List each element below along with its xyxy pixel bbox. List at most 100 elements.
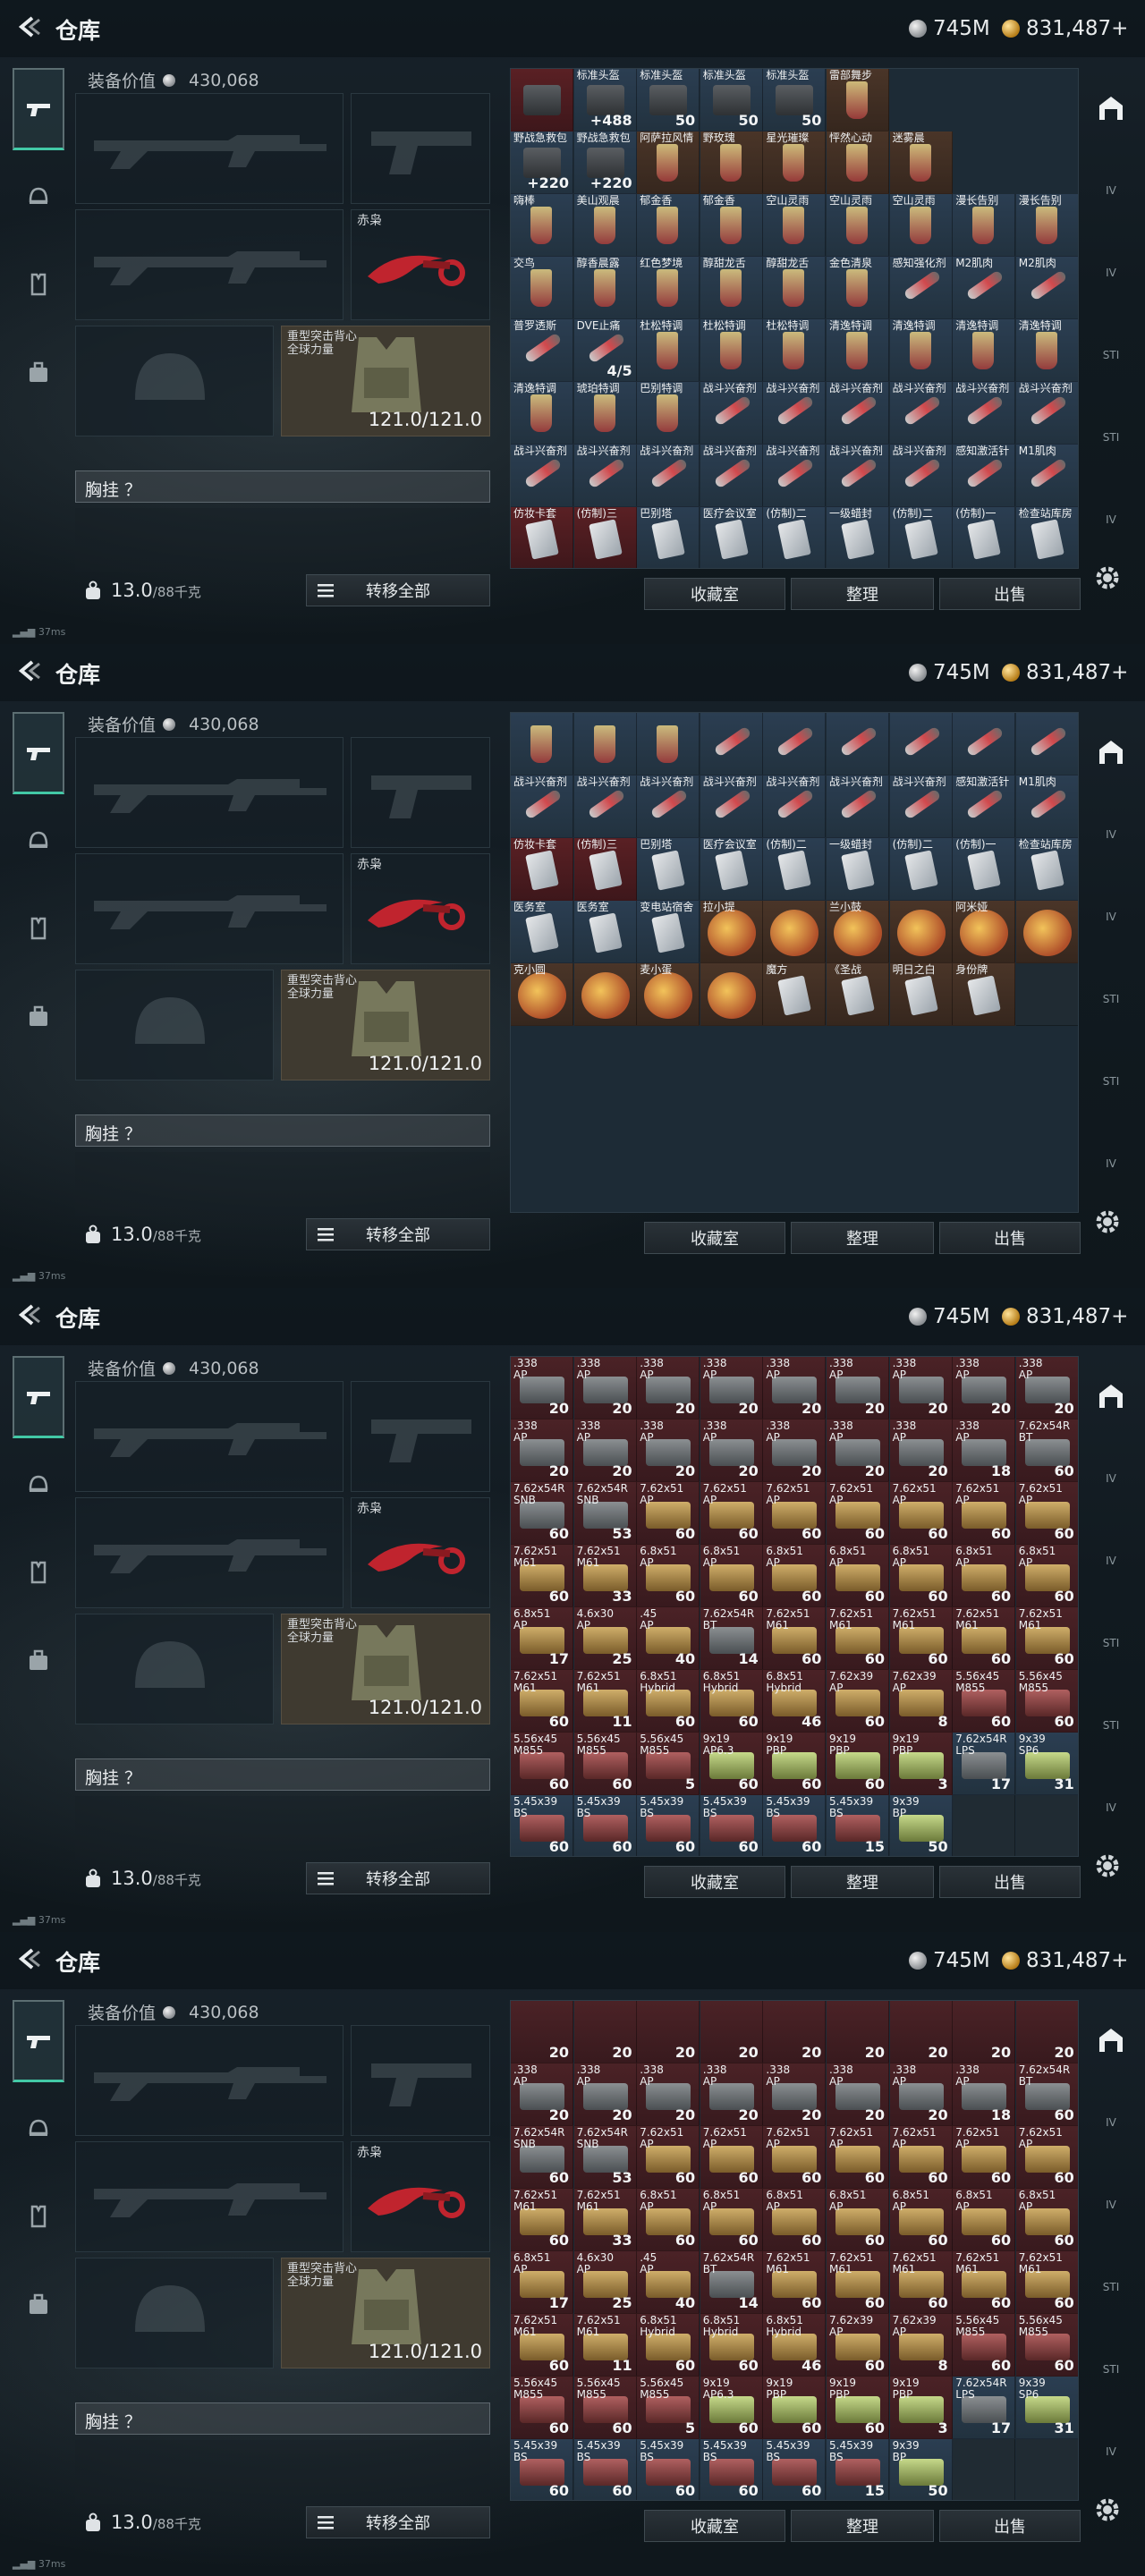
item-cell[interactable]: 战斗兴奋剂 (827, 382, 889, 445)
pistol-slot[interactable] (351, 737, 490, 848)
backpack-slot[interactable] (75, 1796, 490, 1860)
item-cell[interactable]: .338 AP 20 (700, 2063, 763, 2126)
item-cell[interactable]: 标准头盔 50 (637, 69, 700, 131)
item-cell[interactable]: 战斗兴奋剂 (889, 382, 953, 445)
item-cell[interactable]: 战斗兴奋剂 (827, 775, 889, 838)
backpack-slot[interactable] (75, 2440, 490, 2504)
item-cell[interactable]: 拉小提 (700, 901, 763, 963)
item-cell[interactable]: 7.62x54R BT 14 (700, 1607, 763, 1670)
item-cell[interactable]: 漫长告别 (953, 194, 1016, 257)
item-cell[interactable]: 战斗兴奋剂 (637, 775, 700, 838)
item-cell[interactable]: 7.62x51 AP 60 (827, 1482, 889, 1545)
nav-vest[interactable] (13, 887, 64, 970)
stash-tab-4[interactable]: STI (1086, 959, 1136, 1039)
back-arrow-icon[interactable] (14, 13, 43, 41)
item-cell[interactable]: 医疗会议室 (700, 838, 763, 901)
collection-button[interactable]: 收藏室 (644, 1866, 785, 1898)
item-cell[interactable]: 7.62x54R SNB 53 (573, 1482, 637, 1545)
helmet-slot[interactable] (75, 970, 274, 1080)
item-cell[interactable]: 5.56x45 M855 5 (637, 2377, 700, 2439)
item-cell[interactable]: (仿制)二 (763, 838, 827, 901)
item-cell[interactable]: 7.62x51 AP 60 (700, 2126, 763, 2189)
settings-gear-icon[interactable] (1093, 2496, 1122, 2524)
item-cell[interactable]: 9x19 PBP 60 (763, 1733, 827, 1795)
item-cell[interactable]: 清逸特调 (889, 319, 953, 382)
item-cell[interactable]: 7.62x51 AP 60 (700, 1482, 763, 1545)
item-cell[interactable]: 7.62x51 AP 60 (953, 2126, 1016, 2189)
gold-currency[interactable]: 831,487+ (1002, 1304, 1128, 1329)
item-cell[interactable] (1015, 713, 1078, 775)
item-cell[interactable]: 兰小鼓 (827, 901, 889, 963)
item-cell[interactable]: .338 AP 20 (700, 1419, 763, 1482)
item-cell[interactable]: 空山灵雨 (889, 194, 953, 257)
item-cell[interactable] (763, 713, 827, 775)
item-cell[interactable]: 7.62x54R SNB 53 (573, 2126, 637, 2189)
item-cell[interactable]: 7.62x51 AP 60 (953, 1482, 1016, 1545)
item-cell[interactable]: .338 AP 20 (573, 2063, 637, 2126)
item-cell[interactable]: 战斗兴奋剂 (763, 382, 827, 445)
item-cell[interactable]: (仿制)三 (573, 838, 637, 901)
item-cell[interactable]: 7.62x51 M61 60 (511, 1545, 573, 1607)
secondary-weapon-slot[interactable] (75, 209, 344, 320)
item-cell[interactable] (889, 713, 953, 775)
item-cell[interactable]: 5.56x45 M855 60 (1015, 1670, 1078, 1733)
back-arrow-icon[interactable] (14, 657, 43, 685)
gold-currency[interactable]: 831,487+ (1002, 16, 1128, 41)
item-cell[interactable]: 7.62x51 AP 60 (889, 1482, 953, 1545)
sort-button[interactable]: 整理 (791, 578, 934, 610)
sort-button[interactable]: 整理 (791, 1222, 934, 1254)
nav-weapons[interactable] (13, 68, 64, 150)
primary-weapon-slot[interactable] (75, 1381, 344, 1492)
item-cell[interactable]: 战斗兴奋剂 (700, 775, 763, 838)
nav-bag[interactable] (13, 2263, 64, 2345)
stash-tab-main[interactable] (1086, 68, 1136, 148)
item-cell[interactable]: .338 AP 20 (763, 2063, 827, 2126)
item-cell[interactable]: .45 AP 40 (637, 2251, 700, 2314)
item-cell[interactable]: 5.45x39 BS 15 (827, 2439, 889, 2500)
item-cell[interactable]: 标准头盔 50 (700, 69, 763, 131)
item-cell[interactable]: 感知激活针 (953, 445, 1016, 507)
stash-tab-5[interactable]: STI (1086, 2329, 1136, 2410)
item-cell[interactable]: 野战急救包 +220 (511, 131, 573, 194)
collection-button[interactable]: 收藏室 (644, 1222, 785, 1254)
item-cell[interactable]: 普罗透斯 (511, 319, 573, 382)
item-cell[interactable]: 金色清泉 (827, 257, 889, 319)
item-cell[interactable] (1015, 1795, 1078, 1856)
item-cell[interactable]: 检查站库房 (1015, 838, 1078, 901)
item-cell[interactable]: 6.8x51 AP 60 (827, 1545, 889, 1607)
item-cell[interactable]: 7.62x39 AP 60 (827, 2314, 889, 2377)
item-cell[interactable]: .338 AP 20 (637, 1419, 700, 1482)
pistol-slot[interactable] (351, 2025, 490, 2136)
item-cell[interactable]: 阿米娅 (953, 901, 1016, 963)
item-cell[interactable] (511, 69, 573, 131)
item-cell[interactable]: 9x19 PBP 60 (763, 2377, 827, 2439)
item-cell[interactable]: 6.8x51 Hybrid 46 (763, 1670, 827, 1733)
item-cell[interactable]: 7.62x51 M61 60 (763, 1607, 827, 1670)
nav-bag[interactable] (13, 331, 64, 413)
item-cell[interactable]: 5.45x39 BS 60 (700, 1795, 763, 1856)
secondary-weapon-slot[interactable] (75, 2141, 344, 2252)
item-cell[interactable]: 魔方 (763, 963, 827, 1026)
item-cell[interactable]: 医疗会议室 (700, 507, 763, 568)
item-cell[interactable]: .45 AP 40 (637, 1607, 700, 1670)
transfer-all-button[interactable]: 转移全部 (306, 1862, 490, 1894)
nav-weapons[interactable] (13, 712, 64, 794)
item-cell[interactable]: 郁金香 (637, 194, 700, 257)
item-cell[interactable]: 5.56x45 M855 60 (511, 1733, 573, 1795)
item-cell[interactable]: 6.8x51 Hybrid 60 (637, 1670, 700, 1733)
settings-gear-icon[interactable] (1093, 564, 1122, 592)
secondary-weapon-slot[interactable] (75, 853, 344, 964)
item-cell[interactable]: .338 AP 20 (827, 2063, 889, 2126)
item-cell[interactable]: 4.6x30 AP 25 (573, 1607, 637, 1670)
item-cell[interactable]: 6.8x51 AP 60 (763, 1545, 827, 1607)
item-cell[interactable]: 7.62x51 M61 60 (889, 2251, 953, 2314)
item-cell[interactable]: 6.8x51 AP 17 (511, 2251, 573, 2314)
backpack-slot[interactable] (75, 508, 490, 572)
stash-tab-3[interactable]: IV (1086, 2165, 1136, 2245)
item-cell[interactable] (1015, 963, 1078, 1026)
stash-tab-6[interactable]: IV (1086, 2411, 1136, 2492)
chest-rig-slot[interactable]: 胸挂 ？ (75, 470, 490, 503)
item-cell[interactable] (1015, 2439, 1078, 2500)
stash-tab-3[interactable]: IV (1086, 233, 1136, 313)
item-cell[interactable]: 6.8x51 AP 60 (889, 1545, 953, 1607)
